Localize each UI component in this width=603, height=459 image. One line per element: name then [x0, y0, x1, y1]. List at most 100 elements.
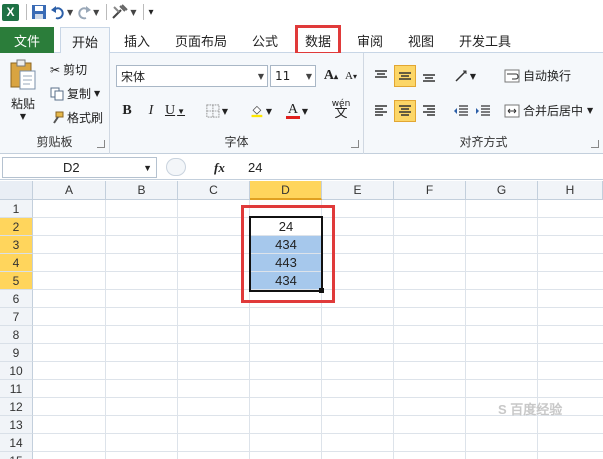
qat-separator: [106, 4, 108, 20]
row-header-8[interactable]: 8: [0, 326, 33, 344]
column-header-a[interactable]: A: [33, 181, 106, 200]
excel-logo-icon[interactable]: X: [2, 2, 19, 22]
align-bottom-icon: [423, 74, 435, 82]
row-header-12[interactable]: 12: [0, 398, 33, 416]
tab-review[interactable]: 审阅: [350, 27, 390, 53]
formula-bar-grip-icon: [166, 158, 186, 176]
merge-cells-icon: [504, 104, 520, 118]
ribbon-tab-bar: 文件 开始 插入 页面布局 公式 数据 审阅 视图 开发工具: [0, 24, 603, 55]
row-header-11[interactable]: 11: [0, 380, 33, 398]
insert-function-button[interactable]: fx: [214, 157, 225, 178]
gridline: [465, 200, 466, 459]
wrap-text-button[interactable]: 自动换行: [504, 67, 571, 84]
gridline: [33, 379, 603, 380]
align-center-button[interactable]: [394, 100, 416, 122]
row-header-9[interactable]: 9: [0, 344, 33, 362]
row-header-7[interactable]: 7: [0, 308, 33, 326]
gridline: [105, 200, 106, 459]
gridline: [33, 361, 603, 362]
font-launcher-icon[interactable]: [351, 140, 359, 148]
shrink-font-button[interactable]: A ▾: [340, 65, 362, 87]
italic-button[interactable]: I: [140, 100, 162, 122]
row-header-6[interactable]: 6: [0, 290, 33, 308]
grow-font-button[interactable]: A ▴: [320, 65, 342, 87]
phonetic-button[interactable]: wén 文: [326, 98, 356, 120]
redo-icon[interactable]: ▼: [76, 2, 99, 22]
bold-button[interactable]: B: [116, 100, 138, 122]
align-left-button[interactable]: [370, 100, 392, 122]
align-right-icon: [423, 105, 435, 116]
align-right-button[interactable]: [418, 100, 440, 122]
chevron-down-icon: ▼: [143, 162, 152, 173]
tab-insert[interactable]: 插入: [116, 27, 158, 53]
name-box[interactable]: D2 ▼: [2, 157, 157, 178]
column-header-d[interactable]: D: [250, 181, 322, 200]
font-group: 宋体 ▼ 11 ▼ A ▴ A ▾ B I U ▼ ▼ ▼ A ▼ wén 文 字体: [110, 53, 364, 154]
tab-developer[interactable]: 开发工具: [452, 27, 518, 53]
column-header-f[interactable]: F: [394, 181, 466, 200]
qat-separator: [26, 4, 27, 20]
align-top-button[interactable]: [370, 65, 392, 87]
select-all-button[interactable]: [0, 181, 33, 200]
font-group-label: 字体: [224, 135, 249, 149]
row-header-13[interactable]: 13: [0, 416, 33, 434]
clipboard-group: 粘贴 ▼ ✂ 剪切 复制 ▼ 格式刷 剪贴板: [0, 53, 110, 154]
row-header-15[interactable]: 15: [0, 452, 33, 459]
borders-button[interactable]: ▼: [206, 100, 228, 122]
merge-center-button[interactable]: 合并后居中 ▼: [504, 102, 593, 119]
row-header-2[interactable]: 2: [0, 218, 33, 236]
font-name-combo[interactable]: 宋体 ▼: [116, 65, 268, 87]
gridline: [33, 325, 603, 326]
formula-input[interactable]: 24: [240, 157, 601, 178]
highlight-annotation: [241, 205, 335, 303]
column-header-g[interactable]: G: [466, 181, 538, 200]
align-center-icon: [399, 105, 411, 116]
align-middle-button[interactable]: [394, 65, 416, 87]
brush-icon: [50, 111, 64, 125]
row-header-14[interactable]: 14: [0, 434, 33, 452]
row-header-3[interactable]: 3: [0, 236, 33, 254]
row-header-4[interactable]: 4: [0, 254, 33, 272]
align-bottom-button[interactable]: [418, 65, 440, 87]
column-header-e[interactable]: E: [322, 181, 394, 200]
tools-icon[interactable]: ▼: [111, 2, 136, 22]
font-size-combo[interactable]: 11 ▼: [270, 65, 316, 87]
format-painter-button[interactable]: 格式刷: [50, 109, 103, 126]
fill-color-button[interactable]: ▼: [250, 100, 272, 122]
tab-formulas[interactable]: 公式: [245, 27, 285, 53]
undo-icon[interactable]: ▼: [50, 2, 73, 22]
tab-home[interactable]: 开始: [60, 27, 110, 54]
alignment-group-label: 对齐方式: [459, 135, 508, 149]
alignment-launcher-icon[interactable]: [591, 140, 599, 148]
column-header-b[interactable]: B: [106, 181, 178, 200]
row-header-1[interactable]: 1: [0, 200, 33, 218]
save-icon[interactable]: [31, 2, 47, 22]
row-header-10[interactable]: 10: [0, 362, 33, 380]
worksheet-grid[interactable]: A B C D E F G H 1 2 3 4 5 6 7 8 9 10 11 …: [0, 181, 603, 459]
row-header-5[interactable]: 5: [0, 272, 33, 290]
gridline: [33, 307, 603, 308]
paste-button[interactable]: 粘贴 ▼: [8, 59, 38, 121]
cut-button[interactable]: ✂ 剪切: [50, 61, 87, 78]
ribbon-home: 粘贴 ▼ ✂ 剪切 复制 ▼ 格式刷 剪贴板 宋体 ▼ 11 ▼ A ▴ A ▾ B I…: [0, 53, 603, 154]
column-header-c[interactable]: C: [178, 181, 250, 200]
copy-button[interactable]: 复制 ▼: [50, 85, 100, 102]
decrease-indent-button[interactable]: [450, 100, 472, 122]
column-header-h[interactable]: H: [538, 181, 603, 200]
tab-file[interactable]: 文件: [0, 27, 54, 53]
chevron-down-icon: ▼: [305, 71, 312, 81]
font-color-button[interactable]: A ▼: [285, 100, 308, 122]
gridline: [33, 397, 603, 398]
clipboard-launcher-icon[interactable]: [97, 140, 105, 148]
wrap-text-icon: [504, 69, 520, 83]
customize-qat-icon[interactable]: ▾: [148, 2, 153, 22]
underline-button[interactable]: U ▼: [164, 100, 186, 122]
increase-indent-button[interactable]: [472, 100, 494, 122]
formula-bar: D2 ▼ fx 24: [0, 155, 603, 180]
tab-view[interactable]: 视图: [401, 27, 441, 53]
tab-page-layout[interactable]: 页面布局: [170, 27, 232, 53]
tab-data[interactable]: 数据: [295, 25, 341, 55]
orientation-button[interactable]: ▼: [450, 65, 480, 87]
qat-separator: [143, 4, 145, 20]
decrease-indent-icon: [454, 105, 468, 116]
